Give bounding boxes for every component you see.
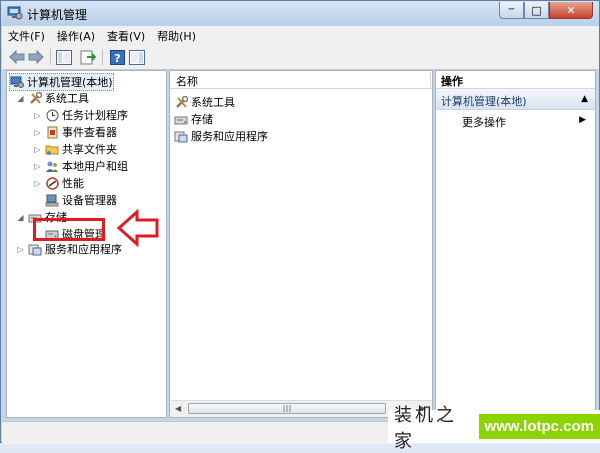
minimize-icon: ─: [508, 5, 515, 15]
list-item-label: 存储: [191, 113, 213, 126]
device-manager-icon: [45, 193, 59, 207]
action-pane-icon: [129, 49, 145, 65]
expand-arrow-icon[interactable]: ▷: [33, 107, 42, 123]
toolbar: ?: [2, 45, 599, 70]
scrollbar-thumb[interactable]: [188, 403, 386, 414]
console-tree-icon: [56, 49, 72, 65]
expand-arrow-icon[interactable]: ▷: [33, 124, 42, 140]
collapse-arrow-icon[interactable]: ◢: [16, 209, 25, 225]
actions-pane: 操作 计算机管理(本地) ▲ 更多操作 ▶: [435, 70, 596, 418]
computer-management-icon: [7, 6, 23, 20]
column-header-label: 名称: [176, 75, 198, 88]
column-header-name[interactable]: 名称: [170, 71, 432, 89]
tree-item-services-applications[interactable]: ▷ 服务和应用程序: [16, 241, 122, 257]
collapse-up-icon[interactable]: ▲: [581, 94, 588, 104]
window-controls: ─ □ ✕: [499, 2, 593, 20]
services-icon: [28, 242, 42, 256]
forward-arrow-icon: [28, 50, 44, 64]
expand-arrow-icon[interactable]: ▷: [33, 158, 42, 174]
event-viewer-icon: [45, 125, 59, 139]
help-button[interactable]: ?: [108, 48, 126, 66]
window-title: 计算机管理: [27, 8, 88, 22]
list-item-services-applications[interactable]: 服务和应用程序: [174, 128, 268, 144]
tree-item-label: 系统工具: [45, 92, 89, 105]
clock-icon: [45, 108, 59, 122]
actions-section-computer-management[interactable]: 计算机管理(本地) ▲: [436, 89, 595, 110]
tree-item-label: 本地用户和组: [62, 160, 128, 173]
grip-icon: [283, 405, 291, 412]
services-icon: [174, 129, 188, 143]
menu-action[interactable]: 操作(A): [51, 28, 101, 44]
tree-item-label: 任务计划程序: [62, 109, 128, 122]
tree-item-task-scheduler[interactable]: ▷ 任务计划程序: [33, 107, 128, 123]
tree-item-device-manager[interactable]: 设备管理器: [45, 192, 117, 208]
watermark-text: 装机之家: [394, 404, 457, 452]
system-tools-icon: [28, 91, 42, 105]
list-item-storage[interactable]: 存储: [174, 111, 213, 127]
expand-arrow-icon[interactable]: ▷: [16, 241, 25, 257]
toolbar-separator: [50, 49, 51, 65]
svg-text:?: ?: [114, 52, 120, 65]
results-pane[interactable]: 名称 系统工具 存储 服务和应用程序 ◀ ▶: [169, 70, 433, 418]
actions-header: 操作: [436, 71, 595, 89]
export-list-button[interactable]: [79, 48, 97, 66]
expand-arrow-icon[interactable]: ▷: [33, 175, 42, 191]
tree-item-computer-management[interactable]: 计算机管理(本地): [9, 73, 114, 91]
show-hide-console-tree-button[interactable]: [55, 48, 73, 66]
tree-item-shared-folders[interactable]: ▷ 共享文件夹: [33, 141, 117, 157]
menu-file[interactable]: 文件(F): [2, 28, 51, 44]
shared-folder-icon: [45, 142, 59, 156]
list-item-label: 服务和应用程序: [191, 130, 268, 143]
scroll-left-icon[interactable]: ◀: [175, 404, 181, 413]
performance-icon: [45, 176, 59, 190]
watermark-url: www.lotpc.com: [478, 414, 600, 439]
tree-item-label: 事件查看器: [62, 126, 117, 139]
tree-item-label: 性能: [62, 177, 84, 190]
highlight-arrow-icon: [116, 209, 159, 247]
help-icon: ?: [109, 49, 125, 65]
more-actions-link[interactable]: 更多操作: [462, 114, 506, 130]
tree-item-label: 服务和应用程序: [45, 243, 122, 256]
users-icon: [45, 159, 59, 173]
show-hide-action-pane-button[interactable]: [128, 48, 146, 66]
forward-button[interactable]: [27, 48, 45, 66]
collapse-arrow-icon[interactable]: ◢: [16, 90, 25, 106]
back-button[interactable]: [8, 48, 26, 66]
tree-item-performance[interactable]: ▷ 性能: [33, 175, 84, 191]
actions-header-label: 操作: [441, 75, 463, 88]
toolbar-separator: [102, 49, 103, 65]
storage-icon: [174, 112, 188, 126]
tree-item-label: 共享文件夹: [62, 143, 117, 156]
expand-arrow-icon[interactable]: ▷: [33, 141, 42, 157]
export-list-icon: [80, 50, 96, 64]
tree-item-label: 计算机管理(本地): [27, 76, 113, 89]
tree-item-system-tools[interactable]: ◢ 系统工具: [16, 90, 89, 106]
watermark: 装机之家 www.lotpc.com: [388, 405, 600, 452]
tree-item-event-viewer[interactable]: ▷ 事件查看器: [33, 124, 117, 140]
column-divider[interactable]: [430, 72, 431, 87]
maximize-button[interactable]: □: [524, 2, 549, 19]
tree-item-label: 设备管理器: [62, 194, 117, 207]
menu-bar: 文件(F) 操作(A) 查看(V) 帮助(H): [2, 26, 599, 45]
maximize-icon: □: [531, 3, 542, 17]
back-arrow-icon: [9, 50, 25, 64]
title-bar[interactable]: 计算机管理 ─ □ ✕: [1, 1, 599, 26]
close-button[interactable]: ✕: [549, 2, 593, 19]
menu-help[interactable]: 帮助(H): [151, 28, 202, 44]
minimize-button[interactable]: ─: [499, 2, 524, 19]
actions-section-label: 计算机管理(本地): [441, 95, 527, 108]
list-item-label: 系统工具: [191, 96, 235, 109]
system-tools-icon: [174, 95, 188, 109]
tree-item-local-users[interactable]: ▷ 本地用户和组: [33, 158, 128, 174]
menu-view[interactable]: 查看(V): [101, 28, 151, 44]
computer-management-icon: [10, 75, 24, 89]
list-item-system-tools[interactable]: 系统工具: [174, 94, 235, 110]
close-icon: ✕: [566, 3, 576, 17]
highlight-box: [33, 218, 105, 241]
submenu-arrow-icon[interactable]: ▶: [579, 115, 586, 125]
